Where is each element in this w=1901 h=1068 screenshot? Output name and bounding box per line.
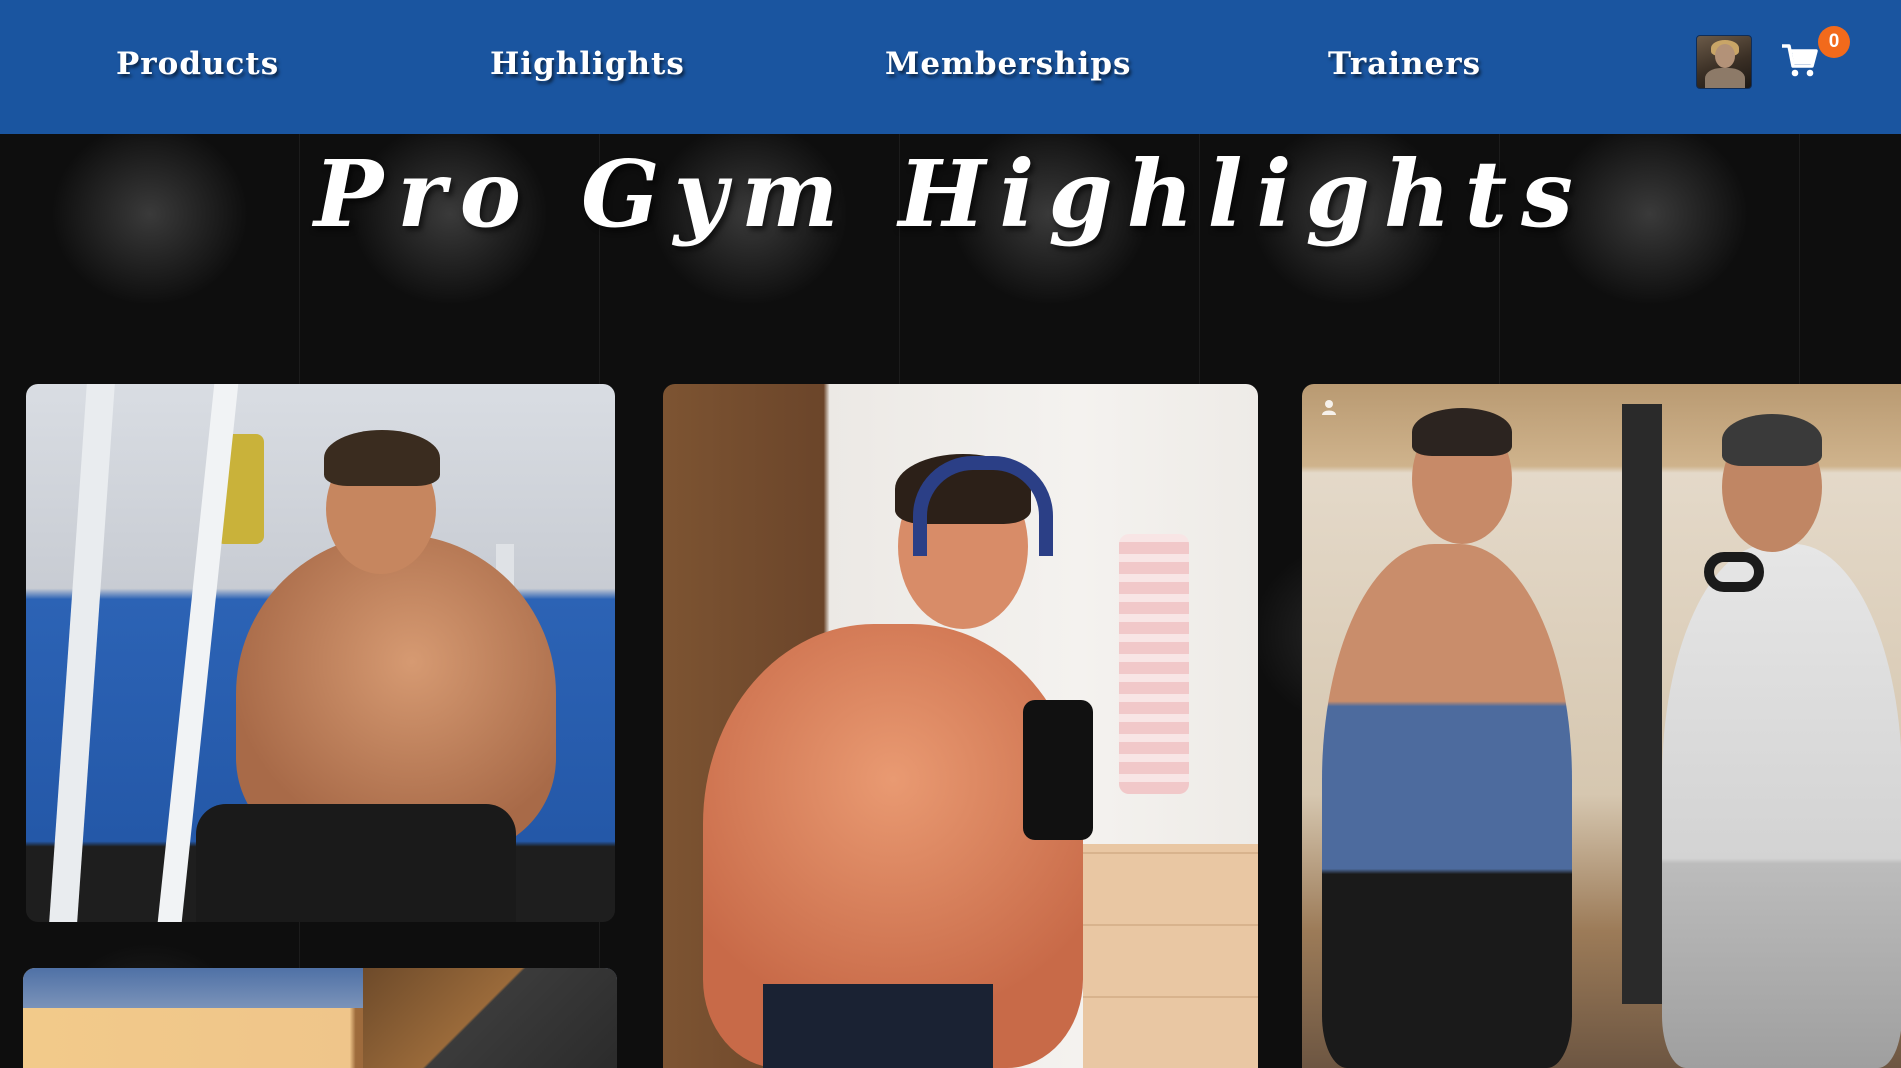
user-avatar[interactable]: [1696, 35, 1752, 89]
highlight-photo-3[interactable]: [1302, 384, 1901, 1068]
avatar-body: [1705, 68, 1745, 88]
wall-tiles: [1083, 844, 1258, 1068]
athlete-hair: [324, 430, 440, 486]
shopping-cart-icon: [1782, 44, 1818, 77]
nav-link-highlights[interactable]: Highlights: [490, 46, 685, 82]
smartphone: [1023, 700, 1093, 840]
top-navbar: Products Highlights Memberships Trainers…: [0, 0, 1901, 134]
athlete-1-hair: [1412, 408, 1512, 456]
avatar-head: [1715, 44, 1735, 68]
highlight-photo-2[interactable]: [663, 384, 1258, 1068]
athlete-2-body: [1662, 544, 1901, 1068]
cart-button[interactable]: [1780, 40, 1820, 80]
towel: [1119, 534, 1189, 794]
page-title: Pro Gym Highlights: [314, 140, 1587, 248]
athlete-shorts: [763, 984, 993, 1068]
headphones: [1704, 552, 1764, 592]
highlight-photo-4[interactable]: [23, 968, 617, 1068]
headphones: [913, 456, 1053, 556]
user-icon: [1322, 400, 1336, 415]
highlight-photo-1[interactable]: [26, 384, 615, 922]
ceiling-beam: [363, 968, 617, 1068]
nav-link-memberships[interactable]: Memberships: [885, 46, 1131, 82]
nav-link-trainers[interactable]: Trainers: [1328, 46, 1481, 82]
athlete-1-body: [1322, 544, 1572, 1068]
cart-count-badge: 0: [1818, 26, 1850, 58]
athlete-2-hair: [1722, 414, 1822, 466]
gym-machine: [1622, 404, 1662, 1004]
rack-post: [49, 384, 115, 922]
nav-link-products[interactable]: Products: [116, 46, 279, 82]
athlete-shorts: [196, 804, 516, 922]
